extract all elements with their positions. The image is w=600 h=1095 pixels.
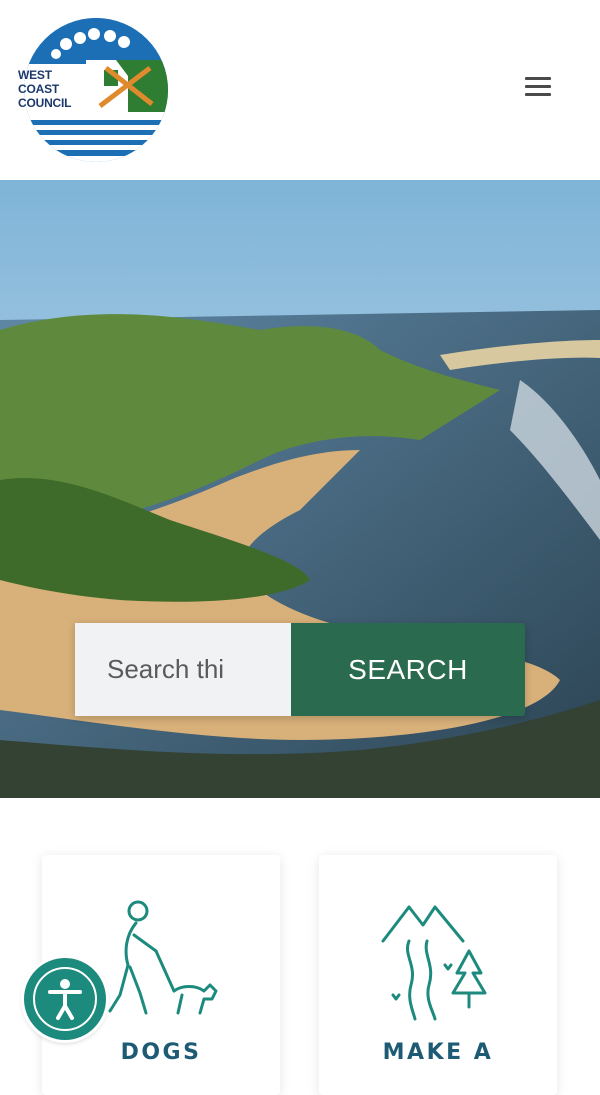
search-input[interactable] — [75, 623, 291, 716]
logo-text-line: WEST — [18, 68, 52, 82]
site-header: WEST COAST COUNCIL — [0, 0, 600, 180]
card-make-a[interactable]: MAKE A — [319, 855, 557, 1095]
logo-text-line: COAST — [18, 82, 60, 96]
logo-text: WEST COAST COUNCIL — [18, 68, 71, 110]
accessibility-person-icon — [48, 979, 82, 1020]
mountain-road-tree-icon — [381, 905, 487, 1021]
card-title: DOGS — [120, 1040, 202, 1065]
accessibility-button[interactable] — [24, 958, 106, 1040]
person-walking-dog-icon — [108, 900, 218, 1015]
hamburger-menu-icon[interactable] — [518, 72, 558, 108]
search-button[interactable]: SEARCH — [291, 623, 525, 716]
hero-image-coastline: SEARCH — [0, 180, 600, 798]
logo-text-line: COUNCIL — [18, 96, 72, 110]
card-title: MAKE A — [382, 1040, 494, 1065]
search-form: SEARCH — [75, 623, 525, 716]
west-coast-council-logo[interactable]: WEST COAST COUNCIL — [16, 16, 172, 164]
